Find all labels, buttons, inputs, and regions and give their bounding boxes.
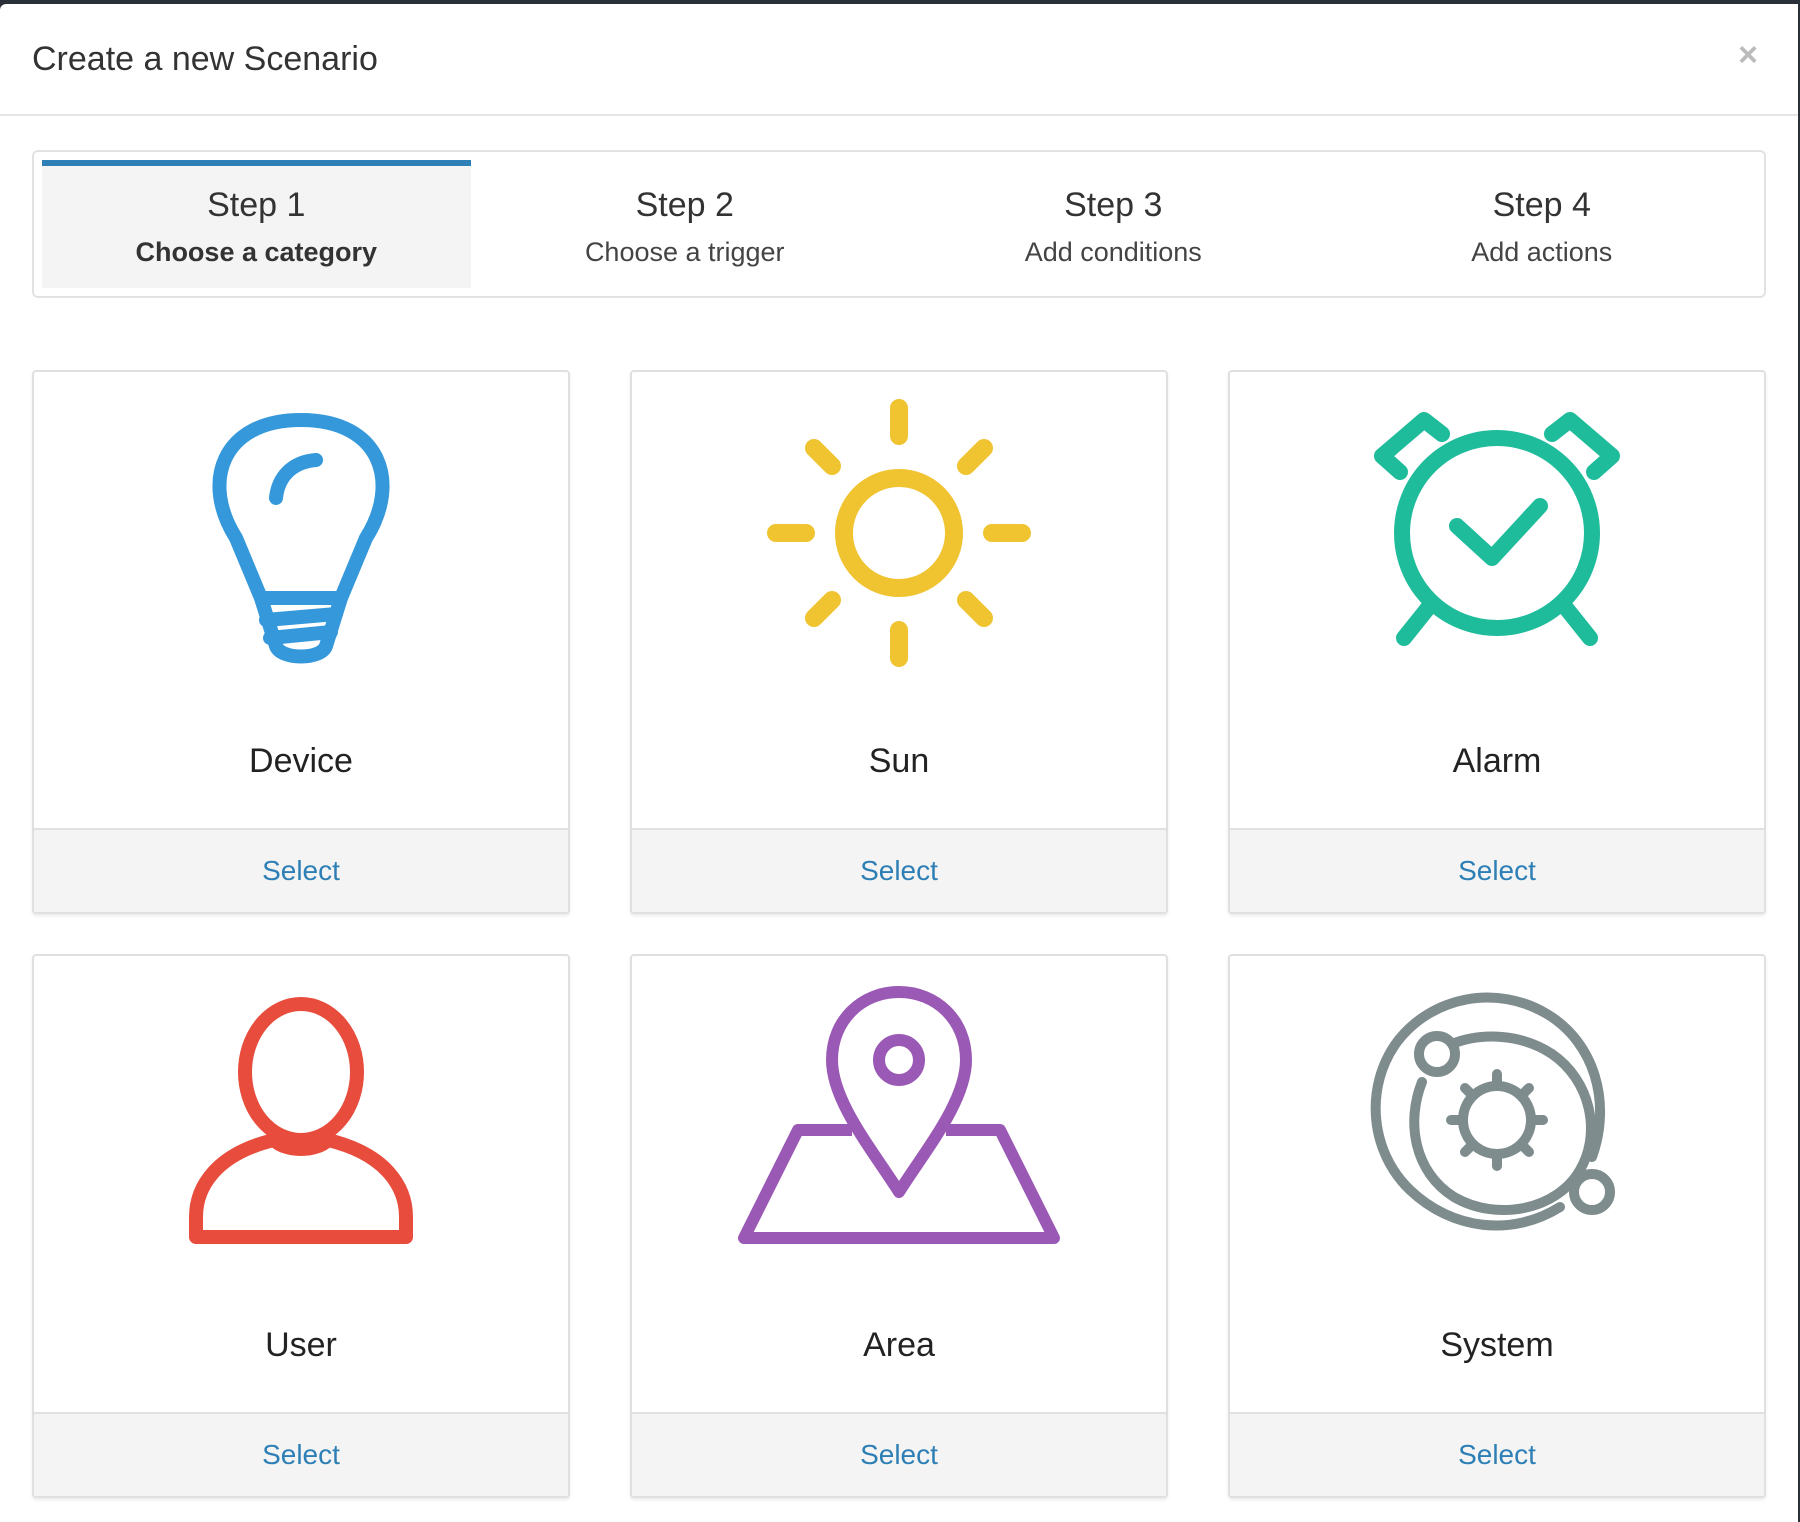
close-icon[interactable]: × xyxy=(1738,38,1758,72)
step-2-tab[interactable]: Step 2 Choose a trigger xyxy=(471,160,900,288)
step-3-tab[interactable]: Step 3 Add conditions xyxy=(899,160,1328,288)
category-card-user: User Select xyxy=(32,954,570,1498)
step-number: Step 4 xyxy=(1492,186,1591,224)
lightbulb-icon xyxy=(34,398,568,668)
step-number: Step 3 xyxy=(1064,186,1163,224)
category-card-area: Area Select xyxy=(630,954,1168,1498)
modal-title: Create a new Scenario xyxy=(32,40,378,78)
step-description: Add actions xyxy=(1471,237,1613,267)
category-label: Sun xyxy=(868,742,930,780)
category-label: Area xyxy=(863,1326,935,1364)
select-button[interactable]: Select xyxy=(1230,828,1764,912)
category-card-alarm: Alarm Select xyxy=(1228,370,1766,914)
step-description: Choose a category xyxy=(135,237,378,267)
step-number: Step 1 xyxy=(207,186,306,224)
step-4-tab[interactable]: Step 4 Add actions xyxy=(1328,160,1757,288)
select-button[interactable]: Select xyxy=(632,1412,1166,1496)
step-description: Add conditions xyxy=(1024,237,1202,267)
step-wizard: Step 1 Choose a category Step 2 Choose a… xyxy=(32,150,1766,298)
category-card-sun: Sun Select xyxy=(630,370,1168,914)
step-1-tab[interactable]: Step 1 Choose a category xyxy=(42,160,471,288)
select-button[interactable]: Select xyxy=(1230,1412,1764,1496)
select-button[interactable]: Select xyxy=(632,828,1166,912)
category-label: User xyxy=(265,1326,337,1364)
create-scenario-modal: Create a new Scenario × Step 1 Choose a … xyxy=(0,4,1798,1522)
category-card-system: System Select xyxy=(1228,954,1766,1498)
select-button[interactable]: Select xyxy=(34,1412,568,1496)
map-pin-icon xyxy=(632,982,1166,1252)
system-orbit-icon xyxy=(1230,982,1764,1252)
category-label: Device xyxy=(249,742,353,780)
sun-icon xyxy=(632,398,1166,668)
modal-header: Create a new Scenario × xyxy=(0,4,1798,116)
step-description: Choose a trigger xyxy=(584,237,785,267)
step-number: Step 2 xyxy=(635,186,734,224)
select-button[interactable]: Select xyxy=(34,828,568,912)
alarm-clock-icon xyxy=(1230,398,1764,668)
category-card-device: Device Select xyxy=(32,370,570,914)
category-label: System xyxy=(1440,1326,1554,1364)
category-label: Alarm xyxy=(1452,742,1542,780)
user-icon xyxy=(34,982,568,1252)
